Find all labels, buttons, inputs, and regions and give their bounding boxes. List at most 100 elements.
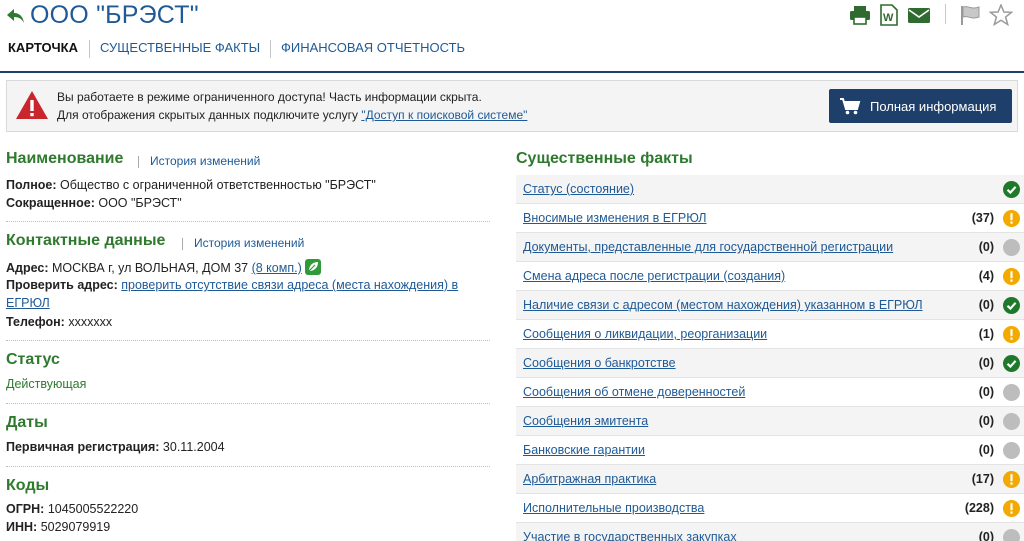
fact-row: Смена адреса после регистрации (создания… — [516, 262, 1024, 291]
search-access-link[interactable]: "Доступ к поисковой системе" — [361, 108, 527, 122]
cart-icon — [840, 98, 861, 115]
full-name-value: Общество с ограниченной ответственностью… — [60, 178, 376, 192]
fact-count: (228) — [964, 501, 994, 515]
status-value: Действующая — [6, 377, 87, 391]
fact-count: (0) — [978, 443, 994, 457]
tab-card[interactable]: КАРТОЧКА — [8, 40, 78, 55]
phone-row: Телефон: xxxxxxx — [6, 315, 112, 329]
fact-link[interactable]: Банковские гарантии — [523, 443, 645, 457]
mail-icon[interactable] — [907, 4, 931, 26]
full-name-row: Полное: Общество с ограниченной ответств… — [6, 178, 376, 192]
fact-link[interactable]: Арбитражная практика — [523, 472, 656, 486]
fact-count: (0) — [978, 240, 994, 254]
short-name-row: Сокращенное: ООО "БРЭСТ" — [6, 196, 182, 210]
exclamation-circle-icon — [1003, 500, 1020, 517]
full-info-button[interactable]: Полная информация — [829, 89, 1012, 123]
fact-link[interactable]: Участие в государственных закупках — [523, 530, 737, 541]
fact-row: Сообщения о ликвидации, реорганизации (1) — [516, 320, 1024, 349]
short-name-label: Сокращенное: — [6, 196, 95, 210]
short-name-value: ООО "БРЭСТ" — [98, 196, 182, 210]
fact-row: Исполнительные производства (228) — [516, 494, 1024, 523]
exclamation-circle-icon — [1003, 268, 1020, 285]
fact-count: (0) — [978, 385, 994, 399]
tab-financial-reports[interactable]: ФИНАНСОВАЯ ОТЧЕТНОСТЬ — [281, 40, 465, 55]
fact-count: (0) — [978, 298, 994, 312]
fact-link[interactable]: Сообщения эмитента — [523, 414, 648, 428]
section-divider — [6, 340, 490, 341]
companies-at-address-link[interactable]: (8 комп.) — [252, 261, 302, 275]
page-header: ООО "БРЭСТ" W — [0, 0, 1024, 36]
contacts-history-link[interactable]: История изменений — [194, 236, 304, 250]
fact-row: Документы, представленные для государств… — [516, 233, 1024, 262]
leaf-icon[interactable] — [305, 259, 322, 275]
exclamation-circle-icon — [1003, 210, 1020, 227]
gray-circle-icon — [1003, 413, 1020, 430]
fact-count: (0) — [978, 356, 994, 370]
fact-row: Банковские гарантии (0) — [516, 436, 1024, 465]
word-icon[interactable]: W — [879, 4, 899, 26]
check-circle-icon — [1003, 181, 1020, 198]
ogrn-label: ОГРН: — [6, 502, 45, 516]
star-icon[interactable] — [989, 4, 1013, 26]
section-divider — [6, 466, 490, 467]
title-divider — [138, 156, 139, 168]
fact-count: (17) — [971, 472, 994, 486]
notice-text: Вы работаете в режиме ограниченного дост… — [57, 90, 482, 104]
flag-icon[interactable] — [959, 4, 983, 26]
fact-count: (37) — [971, 211, 994, 225]
tab-essential-facts[interactable]: СУЩЕСТВЕННЫЕ ФАКТЫ — [100, 40, 260, 55]
section-divider — [6, 403, 490, 404]
check-address-label: Проверить адрес: — [6, 278, 118, 292]
notice-text-2: Для отображения скрытых данных подключит… — [57, 108, 527, 122]
fact-link[interactable]: Сообщения о банкротстве — [523, 356, 676, 370]
naming-history-link[interactable]: История изменений — [150, 154, 260, 168]
fact-count: (4) — [978, 269, 994, 283]
check-circle-icon — [1003, 297, 1020, 314]
fact-row: Арбитражная практика (17) — [516, 465, 1024, 494]
fact-link[interactable]: Сообщения о ликвидации, реорганизации — [523, 327, 767, 341]
fact-row: Статус (состояние) — [516, 175, 1024, 204]
fact-row: Сообщения об отмене доверенностей (0) — [516, 378, 1024, 407]
fact-count: (0) — [978, 414, 994, 428]
print-icon[interactable] — [849, 4, 871, 26]
tab-divider — [89, 40, 90, 58]
full-info-button-label: Полная информация — [870, 99, 997, 114]
fact-row: Участие в государственных закупках (0) — [516, 523, 1024, 541]
fact-row: Наличие связи с адресом (местом нахожден… — [516, 291, 1024, 320]
fact-count: (0) — [978, 530, 994, 541]
fact-link[interactable]: Статус (состояние) — [523, 182, 634, 196]
fact-row: Сообщения эмитента (0) — [516, 407, 1024, 436]
phone-label: Телефон: — [6, 315, 65, 329]
status-title: Статус — [6, 351, 60, 368]
phone-value: xxxxxxx — [68, 315, 113, 329]
gray-circle-icon — [1003, 384, 1020, 401]
fact-link[interactable]: Вносимые изменения в ЕГРЮЛ — [523, 211, 707, 225]
toolbar: W — [849, 4, 1019, 26]
dates-title: Даты — [6, 414, 48, 431]
address-row: Адрес: МОСКВА г, ул ВОЛЬНАЯ, ДОМ 37 (8 к… — [6, 259, 322, 275]
fact-link[interactable]: Исполнительные производства — [523, 501, 704, 515]
facts-title: Существенные факты — [516, 150, 693, 167]
tab-divider — [270, 40, 271, 58]
fact-link[interactable]: Смена адреса после регистрации (создания… — [523, 269, 785, 283]
fact-row: Вносимые изменения в ЕГРЮЛ (37) — [516, 204, 1024, 233]
registration-date-label: Первичная регистрация: — [6, 440, 160, 454]
title-divider — [182, 238, 183, 250]
ogrn-value: 1045005522220 — [47, 502, 139, 516]
check-address-row: Проверить адрес: проверить отсутствие св… — [6, 276, 490, 312]
section-divider — [6, 221, 490, 222]
registration-date-row: Первичная регистрация: 30.11.2004 — [6, 440, 225, 454]
fact-link[interactable]: Документы, представленные для государств… — [523, 240, 893, 254]
inn-label: ИНН: — [6, 520, 38, 534]
fact-link[interactable]: Наличие связи с адресом (местом нахожден… — [523, 298, 923, 312]
fact-link[interactable]: Сообщения об отмене доверенностей — [523, 385, 745, 399]
ogrn-row: ОГРН: 1045005522220 — [6, 502, 138, 516]
contacts-title: Контактные данные — [6, 232, 166, 249]
back-arrow-icon[interactable] — [6, 6, 26, 26]
svg-text:W: W — [883, 12, 894, 24]
inn-row: ИНН: 5029079919 — [6, 520, 110, 534]
address-label: Адрес: — [6, 261, 49, 275]
full-name-label: Полное: — [6, 178, 57, 192]
inn-value: 5029079919 — [40, 520, 111, 534]
header-divider — [0, 71, 1024, 73]
